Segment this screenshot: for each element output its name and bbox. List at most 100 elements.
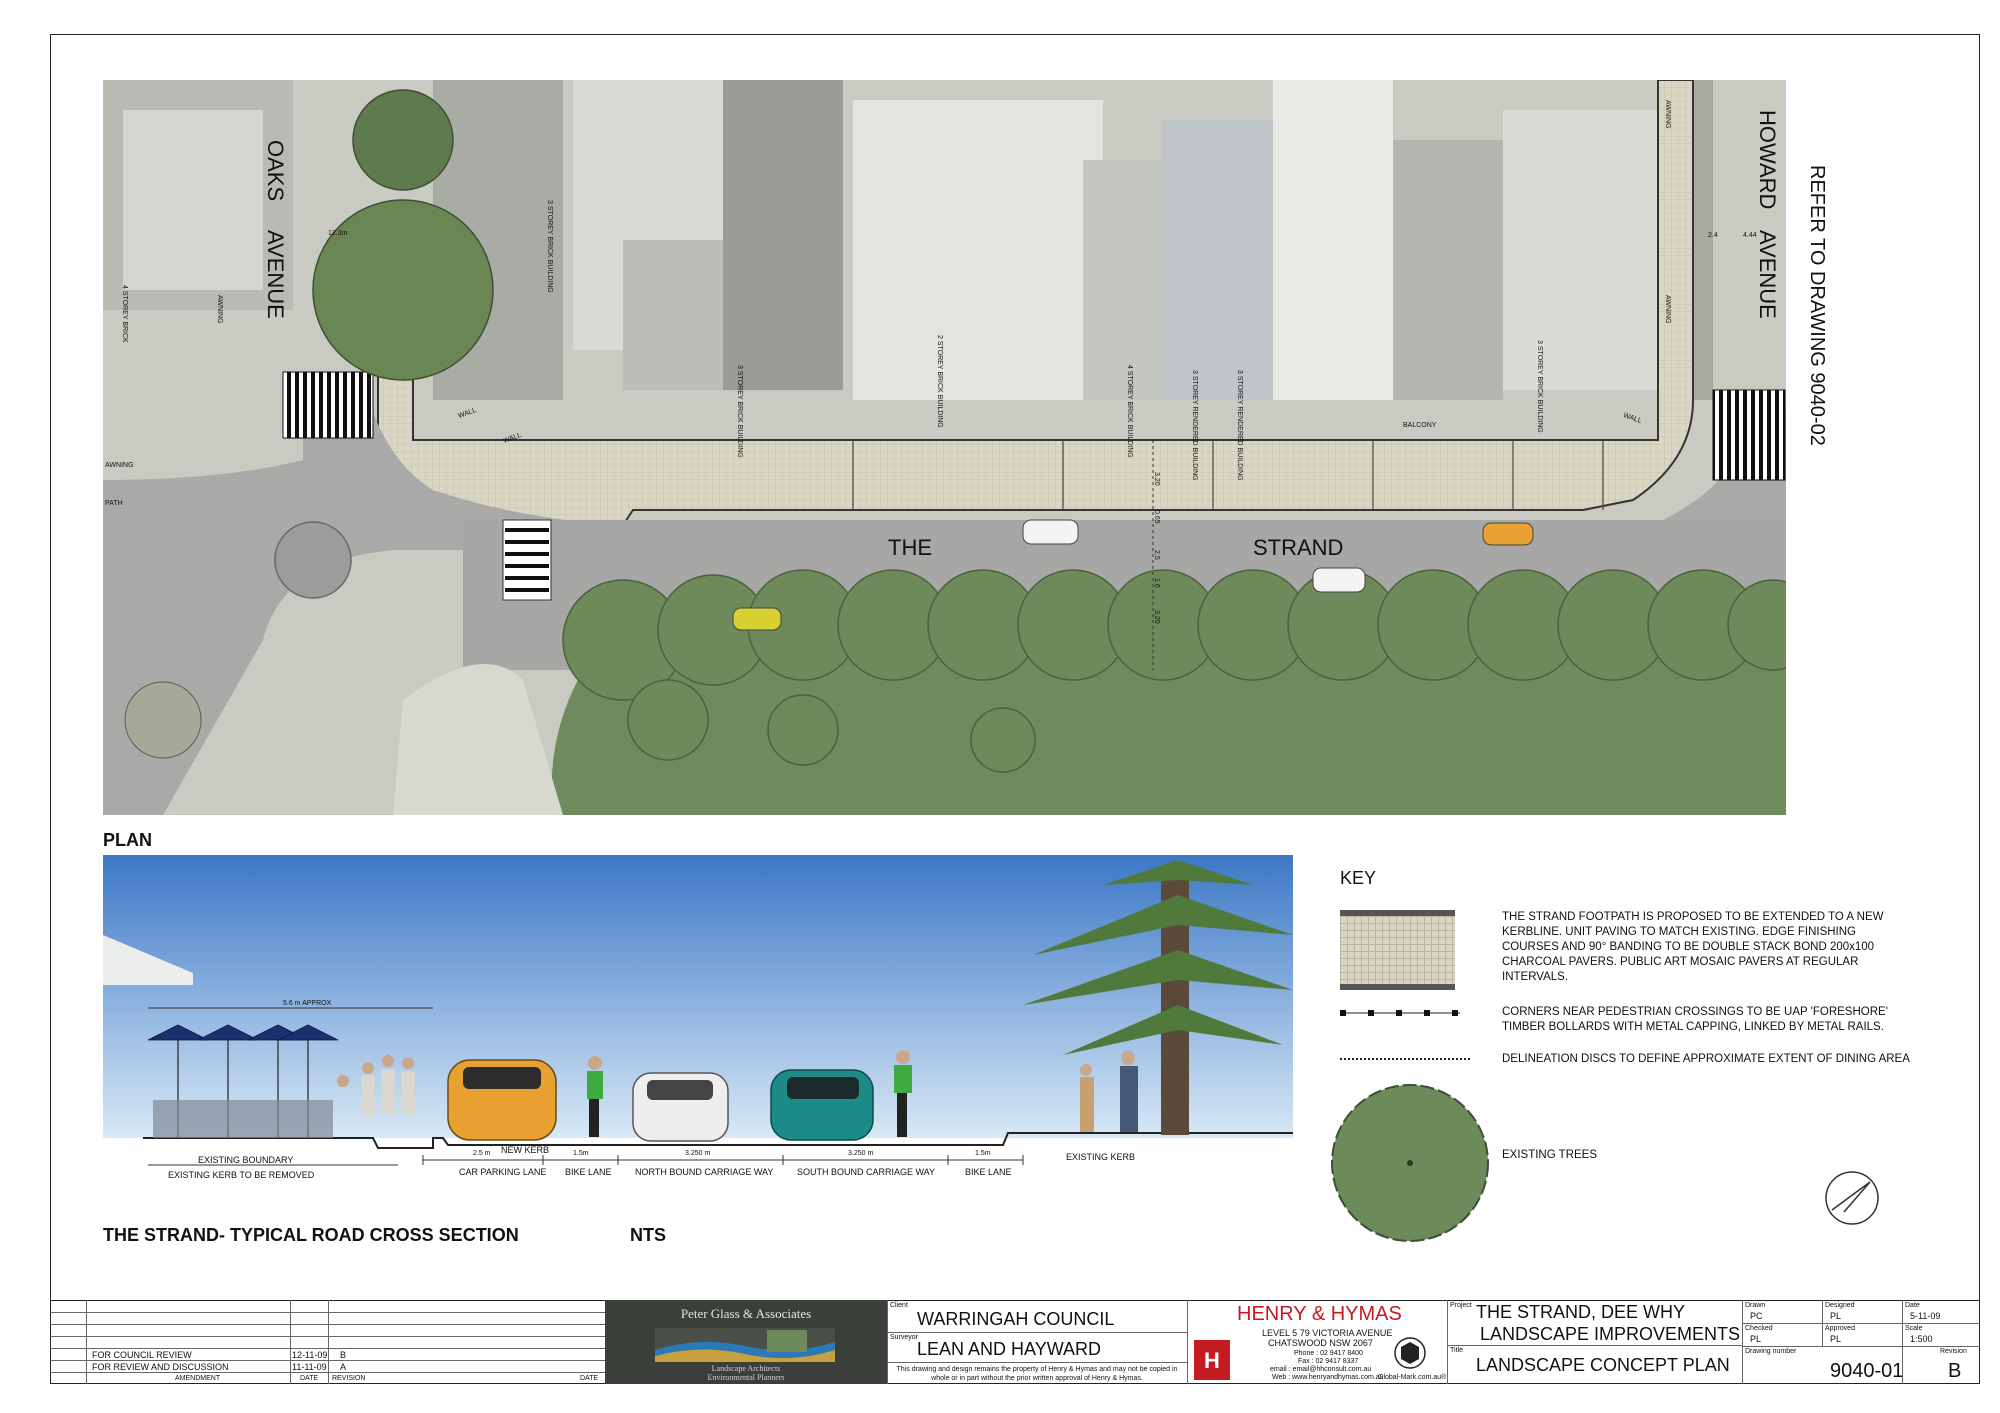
plan-label: PLAN	[103, 830, 152, 850]
firm-email: email : email@hhconsult.com.au	[1270, 1366, 1372, 1373]
street-label-avenue: AVENUE	[263, 230, 288, 319]
dimension-label: 1.5m	[975, 1150, 991, 1157]
copyright-note: This drawing and design remains the prop…	[896, 1366, 1178, 1382]
grid-line	[1742, 1300, 1743, 1384]
grid-line	[1447, 1345, 1742, 1346]
annotation: EXISTING BOUNDARY	[198, 1155, 294, 1165]
grid-line	[50, 1360, 605, 1361]
refer-note: REFER TO DRAWING 9040-02	[1806, 165, 1828, 446]
key-title: KEY	[1340, 868, 1377, 888]
north-arrow-icon	[1825, 1171, 1879, 1225]
firm-phone: Phone : 02 9417 8400	[1294, 1350, 1363, 1357]
grid-line	[50, 1348, 605, 1349]
revision-header: DATE	[580, 1375, 599, 1382]
dimension-label: 2.4	[1708, 232, 1718, 239]
checked-label: Checked	[1745, 1325, 1773, 1332]
lane-label: SOUTH BOUND CARRIAGE WAY	[797, 1167, 936, 1177]
dimension-label: 3.20	[1153, 610, 1160, 624]
consultant-line1: Landscape Architects	[711, 1364, 781, 1373]
building-label: AWNING	[105, 462, 134, 469]
building-label: 3 STOREY BRICK BUILDING	[1536, 340, 1543, 433]
building-label: AWNING	[216, 295, 223, 324]
consultant-logo: Peter Glass & Associates Landscape Archi…	[605, 1300, 887, 1384]
building-label: PATH	[105, 500, 123, 507]
street-label-howard: HOWARD	[1755, 110, 1780, 210]
approved-value: PL	[1830, 1334, 1842, 1344]
street-label-the: THE	[888, 535, 932, 560]
project-line2: LANDSCAPE IMPROVEMENTS	[1480, 1324, 1741, 1344]
drawing-title: LANDSCAPE CONCEPT PLAN	[1476, 1355, 1730, 1375]
tree-symbol	[352, 89, 454, 191]
dimension-label: 3.250 m	[848, 1150, 874, 1157]
dimension-label: 0.65	[1153, 510, 1160, 524]
grid-line	[50, 1336, 605, 1337]
lane-label: BIKE LANE	[565, 1167, 612, 1177]
consultant-landscape-graphic	[655, 1328, 835, 1362]
cross-section: 5.6 m APPROX 2.5 m 1.5m 3.250 m 3.250 m …	[103, 855, 1293, 1205]
scale-value: 1:500	[1910, 1334, 1933, 1344]
street-label-avenue-2: AVENUE	[1755, 230, 1780, 319]
section-scale-note: NTS	[630, 1225, 666, 1245]
building-label: 4 STOREY BRICK BUILDING	[1126, 365, 1133, 458]
building-label: 3 STOREY BRICK BUILDING	[546, 200, 553, 293]
annotation: EXISTING KERB	[1066, 1152, 1136, 1162]
firm-address2: CHATSWOOD NSW 2067	[1268, 1338, 1373, 1348]
lane-label: BIKE LANE	[965, 1167, 1012, 1177]
firm-web: Web : www.henryandhymas.com.au	[1272, 1374, 1384, 1381]
building-label: AWNING	[1664, 100, 1671, 129]
client-label: Client	[890, 1302, 908, 1309]
dimension-label: 3.250 m	[685, 1150, 711, 1157]
plan-drawing	[103, 80, 1786, 815]
drawn-value: PC	[1750, 1311, 1763, 1321]
consultant-line2: Environmental Planners	[707, 1373, 785, 1382]
client-name: WARRINGAH COUNCIL	[917, 1309, 1115, 1329]
firm-name: HENRY & HYMAS	[1237, 1303, 1402, 1325]
lane-label: NORTH BOUND CARRIAGE WAY	[635, 1167, 774, 1177]
grid-line	[1187, 1300, 1188, 1384]
building-label: 3 STOREY RENDERED BUILDING	[1191, 370, 1198, 481]
svg-text:H: H	[1204, 1348, 1220, 1373]
dimension-label: 12.3m	[328, 230, 348, 237]
street-label-strand: STRAND	[1253, 535, 1344, 560]
revision-label: Revision	[1940, 1348, 1967, 1355]
revision-date: 11-11-09	[292, 1362, 327, 1372]
grid-line	[887, 1362, 1187, 1363]
building-label: AWNING	[1664, 295, 1671, 324]
revision-amendment: FOR COUNCIL REVIEW	[92, 1350, 192, 1360]
grid-line	[1742, 1346, 1980, 1347]
building-label: 2 STOREY BRICK BUILDING	[936, 335, 943, 428]
building-label: 3 STOREY BRICK BUILDING	[736, 365, 743, 458]
plan-map: OAKS AVENUE HOWARD AVENUE THE STRAND 4 S…	[103, 80, 1786, 815]
drawing-number-label: Drawing number	[1745, 1348, 1797, 1355]
grid-line	[50, 1312, 605, 1313]
drawn-label: Drawn	[1745, 1302, 1766, 1309]
key-text-trees: EXISTING TREES	[1502, 1149, 1598, 1161]
project-line1: THE STRAND, DEE WHY	[1476, 1302, 1686, 1322]
firm-address1: LEVEL 5 79 VICTORIA AVENUE	[1262, 1328, 1393, 1338]
revision-code: A	[340, 1362, 347, 1372]
dimension-label: 3.20	[1153, 472, 1160, 486]
dimension-label: 4.44	[1743, 232, 1757, 239]
surveyor-name: LEAN AND HAYWARD	[917, 1339, 1102, 1359]
checked-value: PL	[1750, 1334, 1762, 1344]
surveyor-label: Surveyor	[890, 1334, 919, 1341]
lane-label: CAR PARKING LANE	[459, 1167, 547, 1177]
key-text-bollards: CORNERS NEAR PEDESTRIAN CROSSINGS TO BE …	[1502, 1006, 1888, 1033]
tree-circle-symbol	[1331, 1084, 1489, 1242]
grid-line	[1447, 1300, 1448, 1384]
revision-header: AMENDMENT	[175, 1375, 221, 1382]
revision-date: 12-11-09	[292, 1350, 328, 1360]
designed-label: Designed	[1825, 1302, 1855, 1309]
designed-value: PL	[1830, 1311, 1842, 1321]
annotation: EXISTING KERB TO BE REMOVED	[168, 1170, 315, 1180]
title-label: Title	[1450, 1347, 1463, 1354]
dotted-line-symbol	[1340, 1058, 1470, 1060]
drawing-number: 9040-01	[1830, 1360, 1904, 1382]
section-title: THE STRAND- TYPICAL ROAD CROSS SECTION	[103, 1225, 519, 1245]
firm-cert: Global-Mark.com.au®	[1378, 1374, 1447, 1381]
tree-symbol	[312, 199, 494, 381]
revision-header: DATE	[300, 1375, 319, 1382]
annotation: NEW KERB	[501, 1145, 550, 1155]
key-text-delineation: DELINEATION DISCS TO DEFINE APPROXIMATE …	[1502, 1053, 1910, 1065]
project-label: Project	[1450, 1302, 1472, 1309]
